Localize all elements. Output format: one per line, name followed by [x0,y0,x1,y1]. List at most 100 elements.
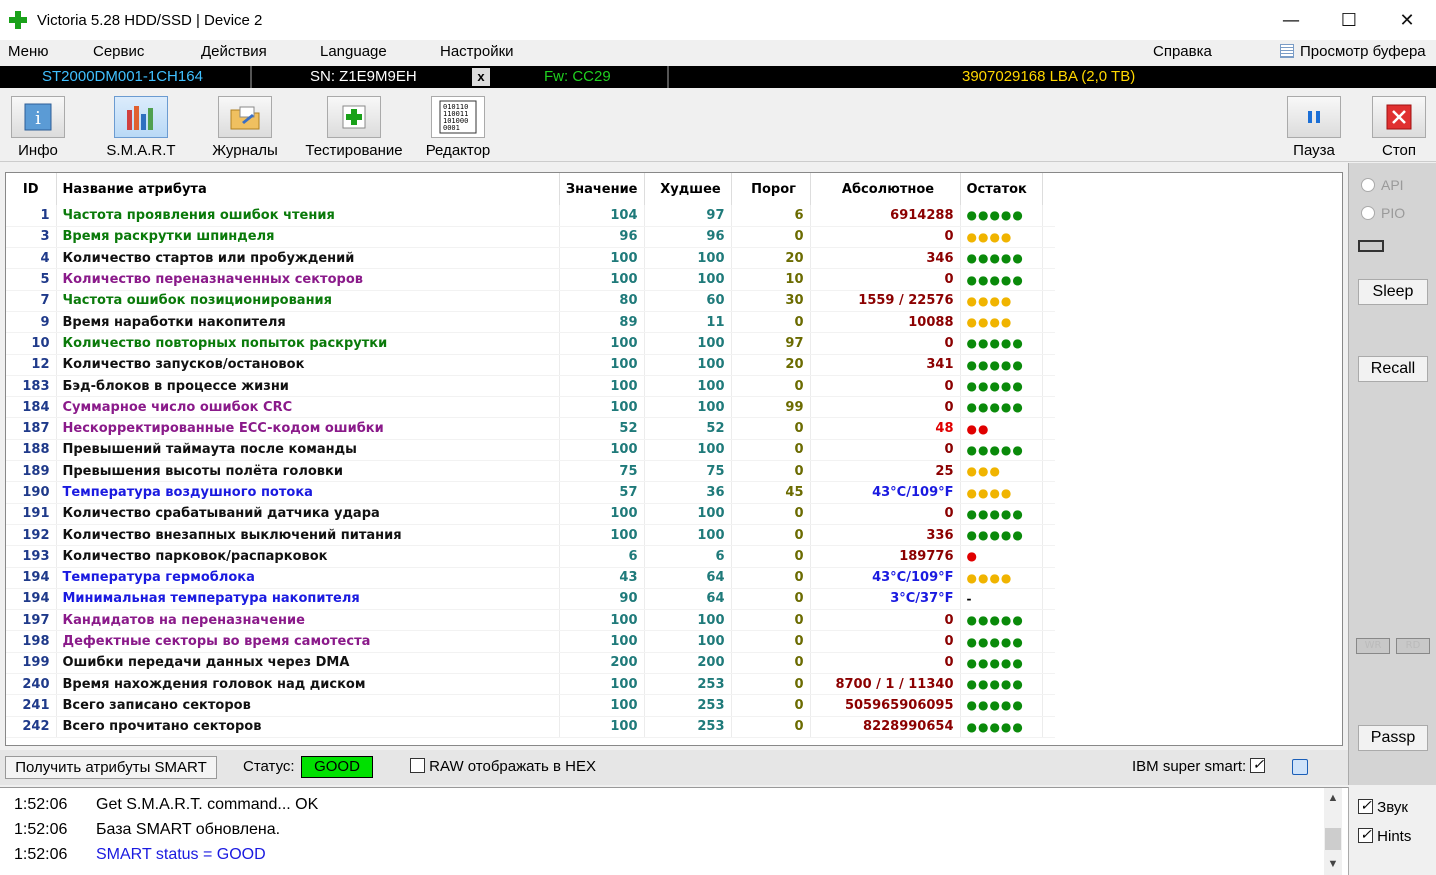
row-id: 199 [6,652,57,675]
row-id: 183 [6,375,57,398]
pause-button[interactable]: Пауза [1287,96,1341,159]
get-smart-button[interactable]: Получить атрибуты SMART [5,756,217,779]
row-attribute-name: Минимальная температура накопителя [56,588,560,611]
col-worst[interactable]: Худшее [644,173,732,205]
log-scrollbar[interactable]: ▲ ▼ [1324,788,1342,875]
maximize-button[interactable]: ☐ [1320,0,1378,40]
table-row[interactable]: 7 Частота ошибок позиционирования 80 60 30 15… [6,290,1055,312]
info-tab[interactable]: i Инфо [10,96,66,159]
row-id: 188 [6,439,57,462]
options-panel: Звук Hints [1348,787,1436,875]
scroll-up-icon[interactable]: ▲ [1324,792,1342,804]
logs-tab[interactable]: Журналы [210,96,280,159]
row-value: 100 [559,630,645,653]
extra-option-toggle[interactable] [1292,759,1308,775]
menu-item-service[interactable]: Сервис [93,43,144,60]
recall-button[interactable]: Recall [1358,356,1428,382]
row-health-dots: ●●●● [960,481,1043,504]
table-row[interactable]: 198 Дефектные секторы во время самотеста 1… [6,630,1055,653]
table-row[interactable]: 9 Время наработки накопителя 89 11 0 10088 ●●●… [6,311,1055,334]
table-row[interactable]: 4 Количество стартов или пробуждений 100 10… [6,247,1055,270]
row-value: 100 [559,609,645,632]
row-raw: 0 [810,439,961,462]
passp-button[interactable]: Passp [1358,725,1428,751]
col-name[interactable]: Название атрибута [56,173,560,205]
row-id: 192 [6,524,57,547]
raw-hex-checkbox[interactable]: RAW отображать в HEX [410,758,596,775]
table-row[interactable]: 184 Суммарное число ошибок CRC 100 100 99 0 ●●… [6,396,1055,419]
pio-radio[interactable]: PIO [1361,205,1405,221]
row-value: 100 [559,375,645,398]
table-row[interactable]: 199 Ошибки передачи данных через DMA 200 20… [6,652,1055,675]
close-button[interactable]: ✕ [1378,0,1436,40]
menu-item-help[interactable]: Справка [1153,43,1212,60]
row-attribute-name: Количество парковок/распарковок [56,545,560,568]
table-row[interactable]: 242 Всего прочитано секторов 100 253 0 822899… [6,716,1055,738]
menu-item-actions[interactable]: Действия [201,43,267,60]
scroll-down-icon[interactable]: ▼ [1324,858,1342,870]
table-row[interactable]: 194 Минимальная температура накопителя 90 6… [6,588,1055,611]
row-value: 100 [559,247,645,270]
table-row[interactable]: 12 Количество запусков/остановок 100 100 20 3… [6,354,1055,376]
menu-item-menu[interactable]: Меню [8,43,49,60]
table-row[interactable]: 187 Нескорректированные ECC-кодом ошибки 5… [6,417,1055,440]
row-id: 1 [6,205,57,227]
col-value[interactable]: Значение [559,173,645,205]
col-raw[interactable]: Абсолютное [810,173,961,205]
device-close-button[interactable]: x [472,68,490,86]
ibm-super-smart-checkbox[interactable]: IBM super smart: [1132,756,1266,775]
table-row[interactable]: 190 Температура воздушного потока 57 36 45 43… [6,481,1055,504]
row-worst: 64 [644,567,732,589]
row-threshold: 30 [731,290,811,312]
table-row[interactable]: 241 Всего записано секторов 100 253 0 5059659… [6,694,1055,717]
table-row[interactable]: 193 Количество парковок/распарковок 6 6 0 189… [6,545,1055,568]
table-row[interactable]: 188 Превышений таймаута после команды 100 1… [6,439,1055,462]
menu-item-buffer[interactable]: Просмотр буфера [1280,43,1426,60]
scroll-thumb[interactable] [1325,828,1341,850]
minimize-button[interactable]: — [1262,0,1320,40]
smart-tab[interactable]: S.M.A.R.T [105,96,177,159]
row-threshold: 0 [731,524,811,547]
col-health[interactable]: Остаток [960,173,1043,205]
row-id: 198 [6,630,57,653]
table-row[interactable]: 183 Бэд-блоков в процессе жизни 100 100 0 0 ●●… [6,375,1055,398]
row-threshold: 20 [731,354,811,376]
row-threshold: 0 [731,503,811,525]
testing-tab[interactable]: Тестирование [304,96,404,159]
table-row[interactable]: 192 Количество внезапных выключений питан… [6,524,1055,547]
menu-item-settings[interactable]: Настройки [440,43,514,60]
table-row[interactable]: 189 Превышения высоты полёта головки 75 75 0… [6,460,1055,483]
sleep-button[interactable]: Sleep [1358,279,1428,305]
log-message: SMART status = GOOD [96,846,266,863]
row-value: 104 [559,205,645,227]
row-value: 100 [559,503,645,525]
row-attribute-name: Нескорректированные ECC-кодом ошибки [56,417,560,440]
table-row[interactable]: 194 Температура гермоблока 43 64 0 43°C/109°F… [6,567,1055,589]
row-threshold: 6 [731,205,811,227]
row-attribute-name: Время нахождения головок над диском [56,673,560,696]
table-row[interactable]: 191 Количество срабатываний датчика удара… [6,503,1055,525]
menu-item-language[interactable]: Language [320,43,387,60]
col-id[interactable]: ID [6,173,57,205]
editor-tab[interactable]: 010110 110011 101000 0001 Редактор [425,96,491,159]
table-header: ID Название атрибута Значение Худшее Пор… [6,173,1055,205]
sound-checkbox[interactable]: Звук [1358,797,1408,816]
table-row[interactable]: 10 Количество повторных попыток раскрутки… [6,332,1055,355]
api-radio[interactable]: API [1361,177,1404,193]
row-attribute-name: Количество повторных попыток раскрутки [56,332,560,355]
row-worst: 100 [644,524,732,547]
row-value: 52 [559,417,645,440]
stop-button[interactable]: Стоп [1372,96,1426,159]
col-threshold[interactable]: Порог [731,173,811,205]
row-threshold: 0 [731,226,811,249]
table-row[interactable]: 5 Количество переназначенных секторов 100 1… [6,268,1055,291]
row-attribute-name: Время наработки накопителя [56,311,560,334]
table-row[interactable]: 197 Кандидатов на переназначение 100 100 0 0 ●… [6,609,1055,632]
table-row[interactable]: 3 Время раскрутки шпинделя 96 96 0 0 ●●●● [6,226,1055,249]
table-row[interactable]: 1 Частота проявления ошибок чтения 104 97 6 6… [6,205,1055,227]
table-row[interactable]: 240 Время нахождения головок над диском 10… [6,673,1055,696]
status-bar: Получить атрибуты SMART Статус: GOOD RAW… [0,750,1348,785]
hints-checkbox[interactable]: Hints [1358,826,1411,845]
checkbox-checked-icon [1358,826,1373,843]
row-health-dots: ●●●●● [960,630,1043,653]
